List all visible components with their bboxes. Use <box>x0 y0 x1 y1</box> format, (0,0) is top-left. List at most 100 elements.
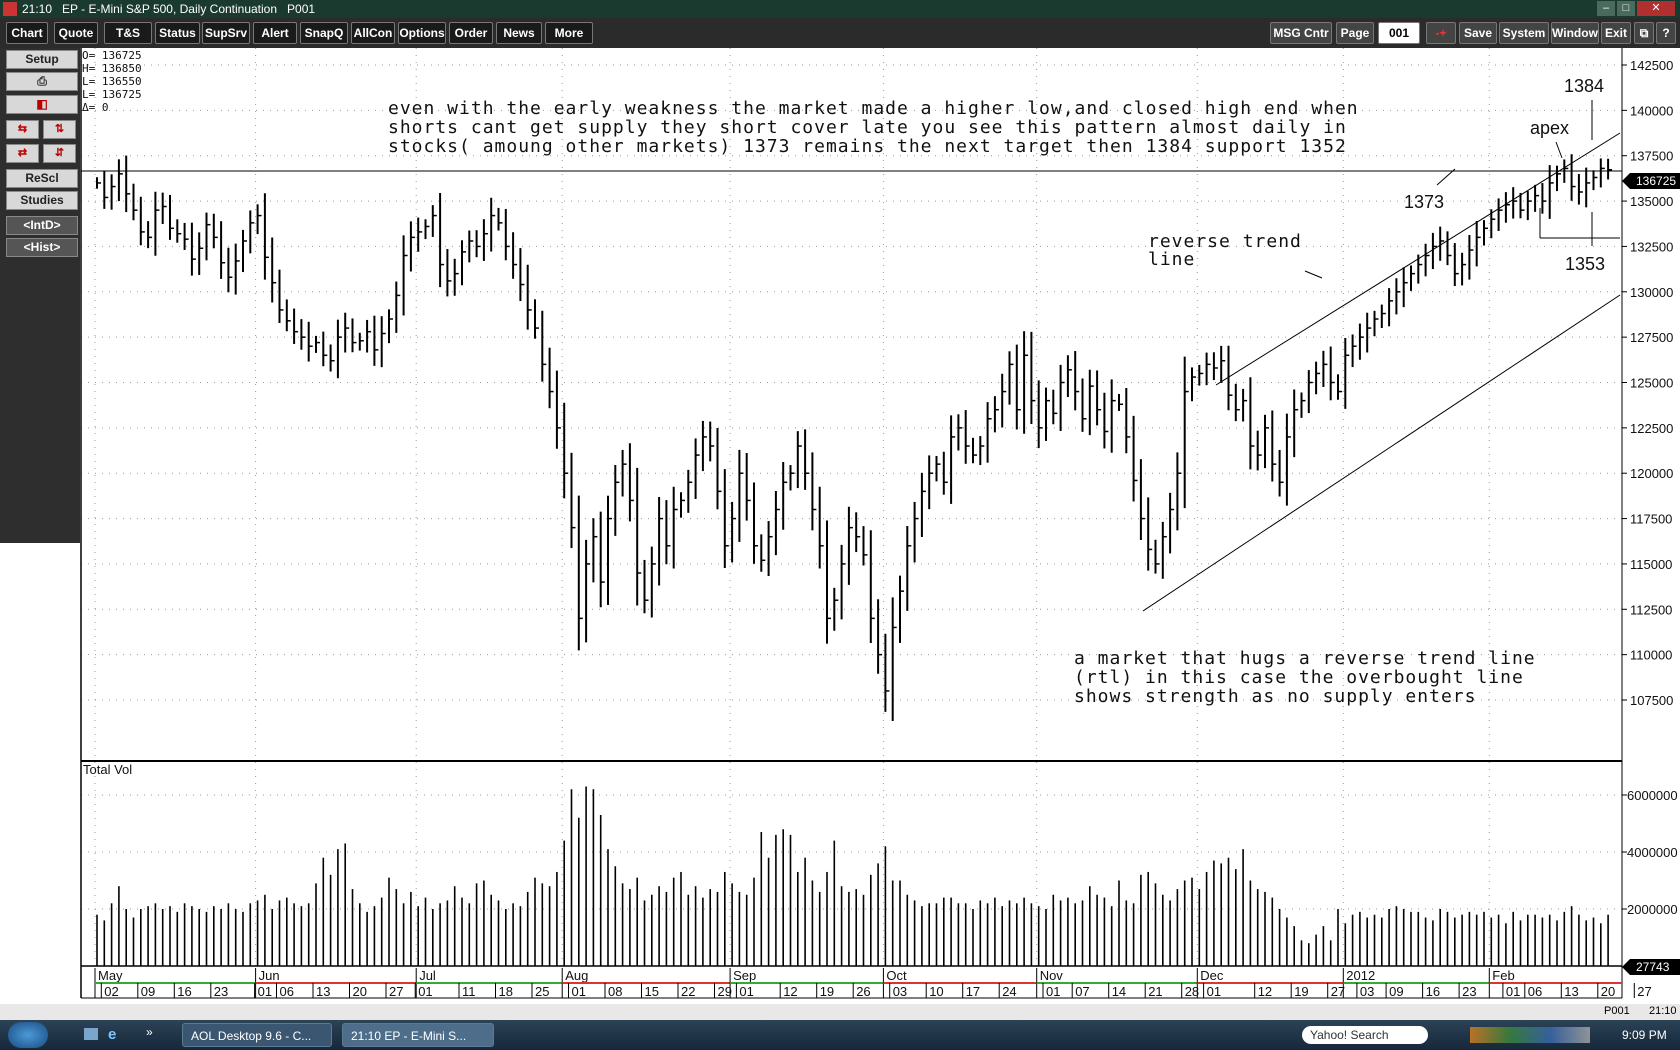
current-price-marker: 136725 <box>1622 173 1680 189</box>
day-label: 22 <box>681 984 695 999</box>
more-button[interactable]: More <box>545 22 593 44</box>
day-label: 20 <box>1601 984 1615 999</box>
quick-launch-more-icon[interactable]: » <box>146 1025 153 1039</box>
restore-icon[interactable]: ⧉ <box>1634 22 1654 44</box>
day-label: 01 <box>1046 984 1060 999</box>
month-label: Sep <box>733 968 756 983</box>
order-button[interactable]: Order <box>449 22 493 44</box>
delta-value: Δ= 0 <box>82 101 109 114</box>
level-1353-label: 1353 <box>1565 254 1605 274</box>
title-bar: 21:10 EP - E-Mini S&P 500, Daily Continu… <box>0 0 1680 18</box>
status-button[interactable]: Status <box>155 22 200 44</box>
price-tick-label: 115000 <box>1630 557 1672 572</box>
note-line-3: shows strength as no supply enters <box>1074 686 1476 707</box>
page-input[interactable]: 001 <box>1378 22 1420 44</box>
quote-button[interactable]: Quote <box>54 22 98 44</box>
system-button[interactable]: System <box>1499 22 1549 44</box>
volume-panel-label: Total Vol <box>83 762 132 777</box>
day-label: 20 <box>353 984 367 999</box>
price-chart[interactable]: 142500 140000 137500 135000 132500 130000 1275… <box>0 48 1680 1004</box>
month-label: Nov <box>1040 968 1064 983</box>
day-label: 06 <box>1528 984 1542 999</box>
help-icon[interactable]: ? <box>1656 22 1676 44</box>
msg-center-button[interactable]: MSG Cntr <box>1270 22 1332 44</box>
note-line-1: a market that hugs a reverse trend line <box>1074 648 1536 669</box>
day-label: 06 <box>280 984 294 999</box>
commentary-line-1: even with the early weakness the market … <box>388 98 1359 119</box>
day-label: 08 <box>608 984 622 999</box>
day-label: 23 <box>1462 984 1476 999</box>
day-label: 27 <box>1331 984 1345 999</box>
day-label: 03 <box>1360 984 1374 999</box>
page-label: Page <box>1336 22 1374 44</box>
day-label: 19 <box>820 984 834 999</box>
day-label: 10 <box>929 984 943 999</box>
yahoo-search-box[interactable]: Yahoo! Search <box>1302 1026 1428 1044</box>
start-button[interactable] <box>8 1022 48 1048</box>
day-label: 24 <box>1002 984 1016 999</box>
options-button[interactable]: Options <box>398 22 446 44</box>
internet-explorer-icon[interactable]: e <box>108 1026 116 1043</box>
show-desktop-icon[interactable] <box>84 1028 98 1040</box>
note-line-2: (rtl) in this case the overbought line <box>1074 667 1524 688</box>
page-step-icon[interactable]: -+ <box>1426 22 1456 44</box>
note-text: a market that hugs a reverse trend line … <box>1074 648 1536 707</box>
day-label: 01 <box>572 984 586 999</box>
volume-axis: 6000000 4000000 2000000 <box>1622 788 1678 917</box>
maximize-icon[interactable]: □ <box>1617 1 1635 16</box>
day-label: 15 <box>645 984 659 999</box>
day-label: 27 <box>1637 984 1651 999</box>
price-tick-label: 135000 <box>1630 194 1673 209</box>
supsrv-button[interactable]: SupSrv <box>202 22 250 44</box>
save-button[interactable]: Save <box>1459 22 1497 44</box>
day-label: 01 <box>739 984 753 999</box>
chart-window-task[interactable]: 21:10 EP - E-Mini S... <box>342 1023 494 1047</box>
day-label: 12 <box>1258 984 1272 999</box>
system-tray-icons[interactable] <box>1470 1027 1590 1043</box>
price-tick-label: 125000 <box>1630 376 1673 391</box>
commentary-line-3: stocks( amoung other markets) 1373 remai… <box>388 136 1347 157</box>
aol-desktop-task[interactable]: AOL Desktop 9.6 - C... <box>182 1023 332 1047</box>
chart-button[interactable]: Chart <box>6 22 48 44</box>
month-label: Jul <box>419 968 436 983</box>
month-label: Aug <box>565 968 588 983</box>
snapq-button[interactable]: SnapQ <box>300 22 348 44</box>
month-label: 2012 <box>1346 968 1375 983</box>
volume-tick-label: 4000000 <box>1627 845 1678 860</box>
day-label: 03 <box>893 984 907 999</box>
month-label: Jun <box>259 968 280 983</box>
day-label: 17 <box>966 984 980 999</box>
app-icon <box>3 2 17 16</box>
window-button[interactable]: Window <box>1551 22 1599 44</box>
price-tick-label: 107500 <box>1630 693 1673 708</box>
close-icon[interactable]: ✕ <box>1637 1 1675 16</box>
day-label: 18 <box>499 984 513 999</box>
day-label: 01 <box>258 984 272 999</box>
news-button[interactable]: News <box>496 22 542 44</box>
minimize-icon[interactable]: – <box>1597 1 1615 16</box>
month-label: May <box>98 968 123 983</box>
day-label: 29 <box>718 984 732 999</box>
level-1373-label: 1373 <box>1404 192 1444 212</box>
allcon-button[interactable]: AllCon <box>351 22 395 44</box>
current-volume-marker: 27743 <box>1622 959 1680 975</box>
price-tick-label: 112500 <box>1630 602 1672 617</box>
exit-button[interactable]: Exit <box>1601 22 1631 44</box>
day-label: 01 <box>418 984 432 999</box>
volume-tick-label: 6000000 <box>1627 788 1678 803</box>
price-tick-label: 137500 <box>1630 149 1673 164</box>
volume-tick-label: 2000000 <box>1627 902 1678 917</box>
day-label: 23 <box>214 984 228 999</box>
chart-background <box>80 48 1620 1004</box>
ts-button[interactable]: T&S <box>104 22 152 44</box>
day-label: 13 <box>1564 984 1578 999</box>
day-label: 26 <box>856 984 870 999</box>
day-label: 16 <box>177 984 191 999</box>
day-label: 09 <box>141 984 155 999</box>
current-price-value: 136725 <box>1636 174 1676 188</box>
month-label: Oct <box>886 968 907 983</box>
status-bar: P001 21:10 <box>0 1004 1680 1020</box>
day-label: 19 <box>1294 984 1308 999</box>
day-label: 09 <box>1389 984 1403 999</box>
alert-button[interactable]: Alert <box>253 22 297 44</box>
